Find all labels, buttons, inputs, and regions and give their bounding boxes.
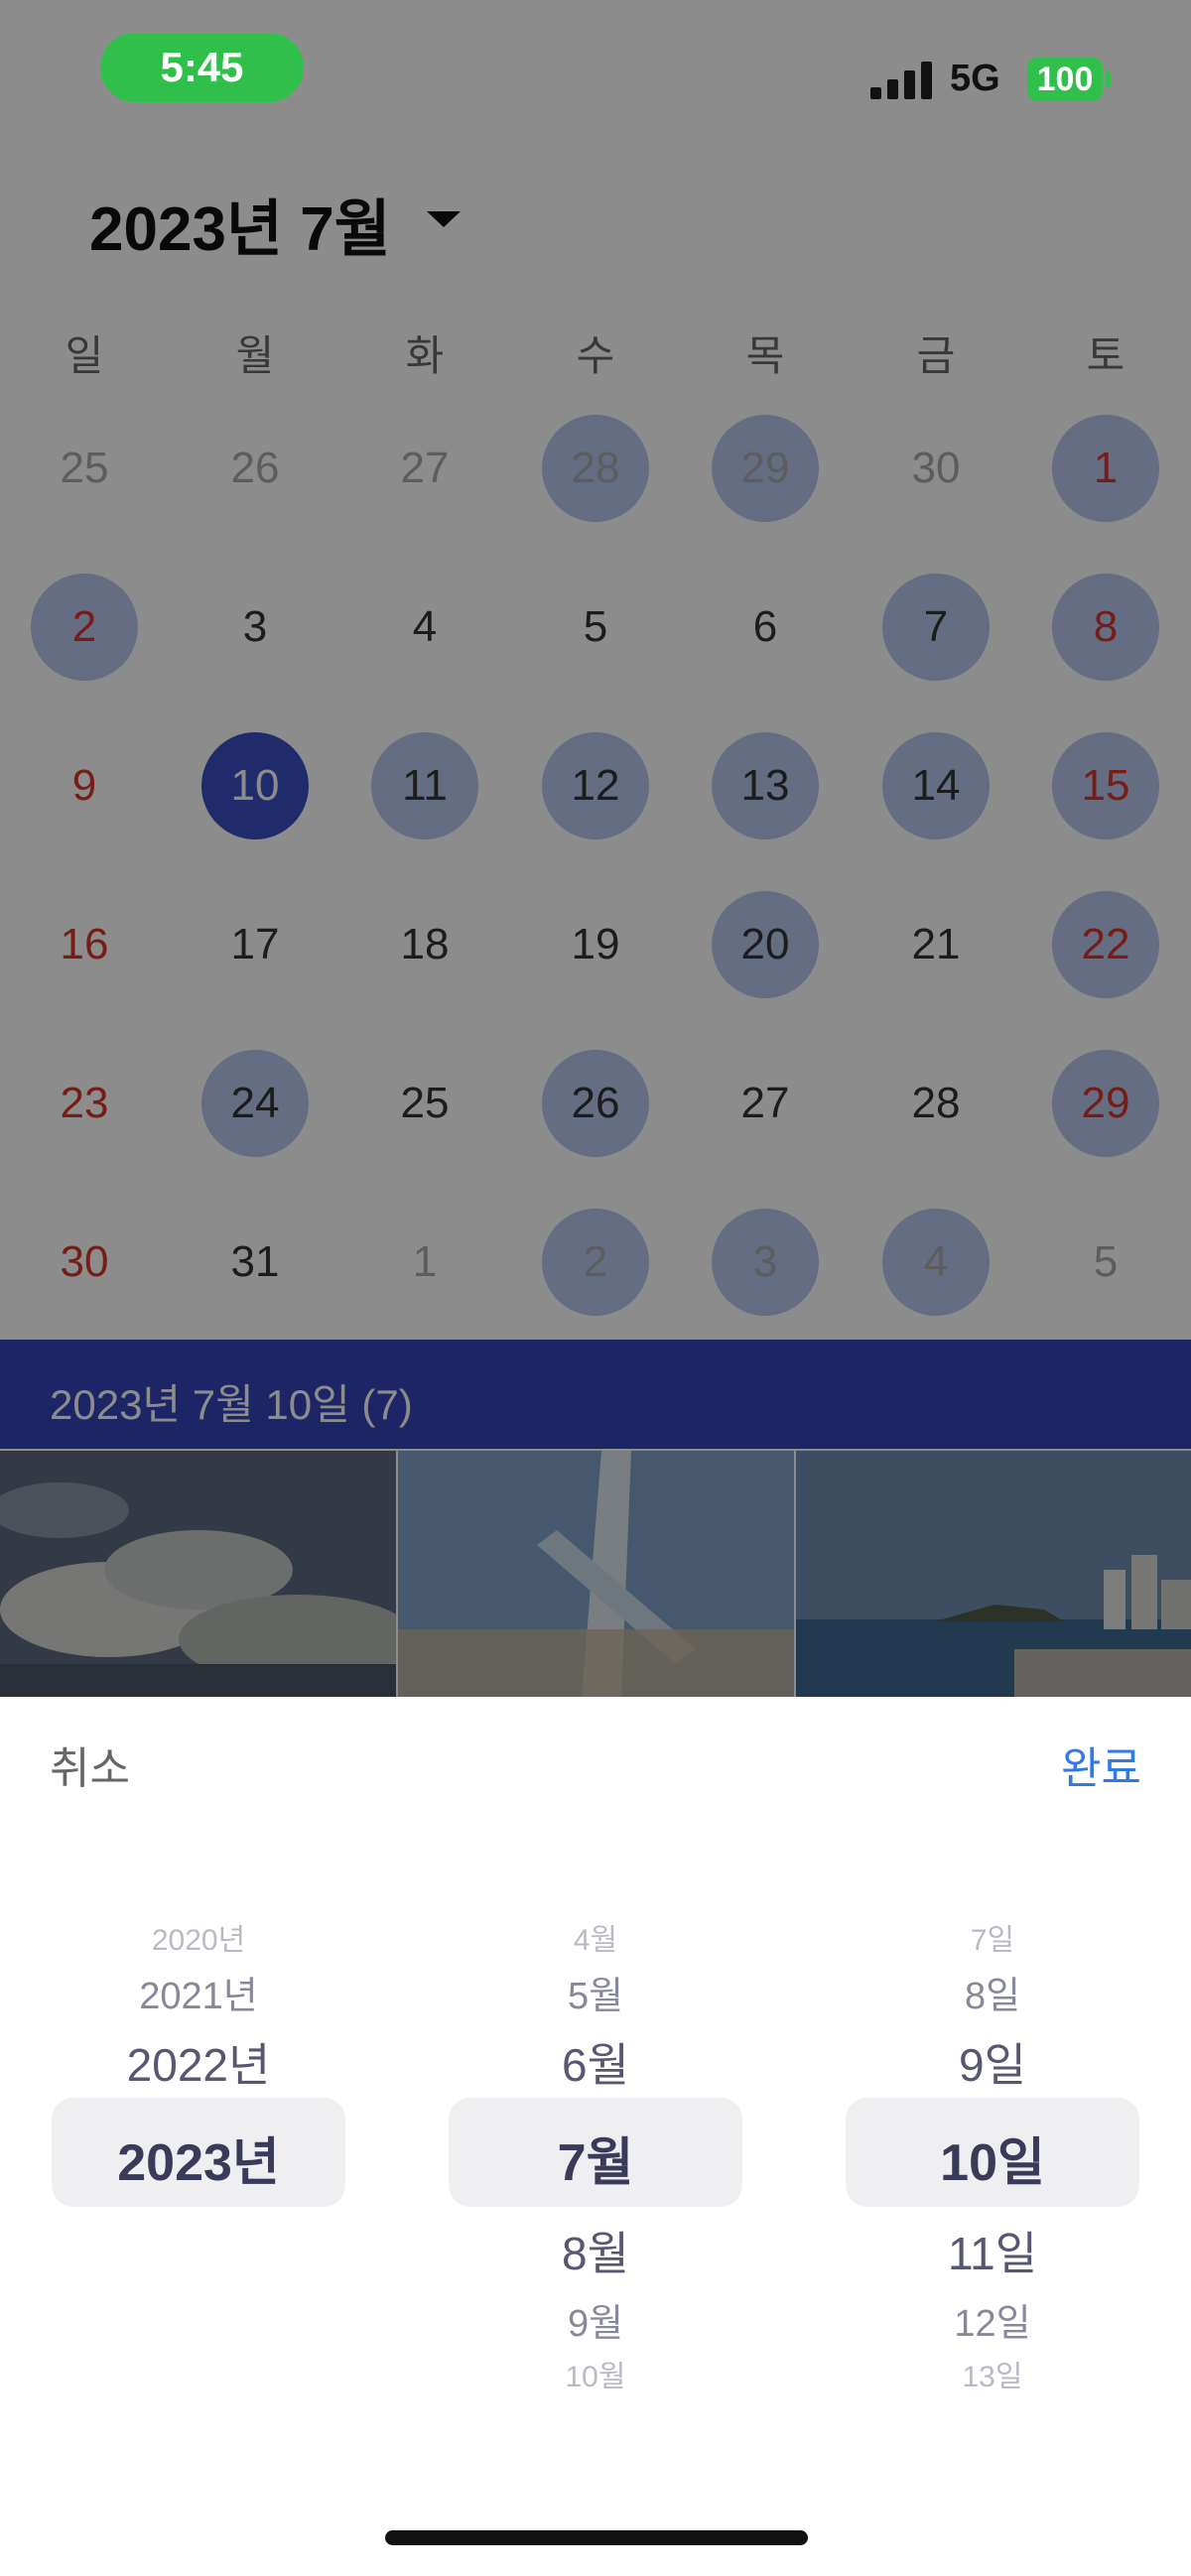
month-picker-option[interactable]: 4월 — [449, 1915, 742, 1959]
day-picker-option[interactable]: 8일 — [846, 1965, 1139, 2019]
battery-icon: 100 — [1027, 58, 1103, 101]
month-picker-option[interactable]: 9월 — [449, 2292, 742, 2347]
date-picker-sheet: 취소 완료 2020년 2021년 2022년 2023년 4월 5월 6월 7월 8월 9월 10… — [0, 1697, 1191, 2576]
day-picker-option[interactable]: 12일 — [846, 2292, 1139, 2347]
signal-icon — [870, 60, 934, 99]
month-picker-option[interactable]: 10월 — [449, 2352, 742, 2395]
modal-dim-overlay[interactable] — [0, 0, 1191, 1697]
day-picker-option[interactable]: 13일 — [846, 2352, 1139, 2395]
year-picker-option[interactable]: 2021년 — [52, 1965, 345, 2019]
month-picker-option[interactable]: 6월 — [449, 2029, 742, 2095]
status-time: 5:45 — [100, 33, 304, 102]
cancel-button[interactable]: 취소 — [50, 1733, 130, 1796]
month-picker-selected[interactable]: 7월 — [449, 2121, 742, 2195]
month-picker-option[interactable]: 5월 — [449, 1965, 742, 2019]
status-bar: 5:45 5G 100 — [0, 0, 1191, 139]
day-picker-option[interactable]: 11일 — [846, 2218, 1139, 2283]
year-picker-option[interactable]: 2022년 — [52, 2029, 345, 2095]
home-indicator — [385, 2530, 808, 2545]
day-picker-option[interactable]: 7일 — [846, 1915, 1139, 1959]
month-picker-option[interactable]: 8월 — [449, 2218, 742, 2283]
day-picker-selected[interactable]: 10일 — [846, 2121, 1139, 2195]
network-label: 5G — [950, 58, 1000, 99]
battery-tip — [1106, 71, 1111, 87]
year-picker-selected[interactable]: 2023년 — [52, 2121, 345, 2195]
day-picker-option[interactable]: 9일 — [846, 2029, 1139, 2095]
year-picker-option[interactable]: 2020년 — [52, 1915, 345, 1959]
done-button[interactable]: 완료 — [1061, 1733, 1141, 1796]
